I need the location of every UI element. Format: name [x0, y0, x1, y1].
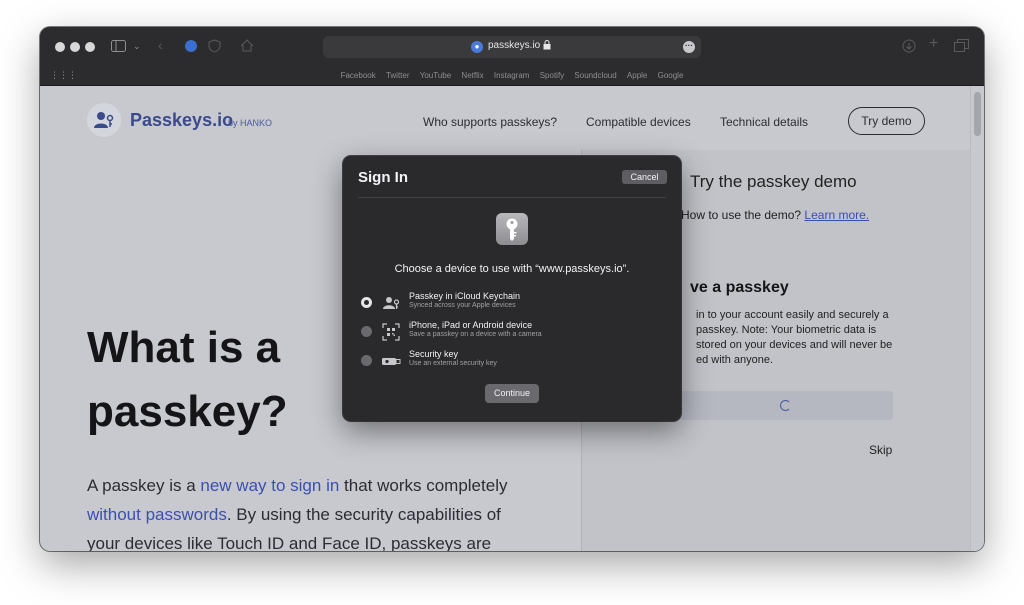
favorite-link[interactable]: Spotify — [540, 71, 564, 80]
loading-spinner-icon — [780, 400, 791, 411]
favorites-bar: ⋮⋮⋮ Facebook Twitter YouTube Netflix Ins… — [40, 67, 984, 86]
minimize-window-button[interactable] — [70, 42, 80, 52]
save-passkey-title: ve a passkey — [690, 279, 789, 296]
without-passwords-link[interactable]: without passwords — [87, 505, 227, 524]
tab-overview-icon[interactable] — [954, 39, 969, 54]
sidebar-icon[interactable] — [111, 40, 126, 54]
option-subtitle: Use an external security key — [409, 360, 497, 367]
hero-heading: What is a passkey? — [87, 316, 288, 444]
save-passkey-description: in to your account easily and securely a… — [696, 309, 893, 366]
scrollbar-thumb[interactable] — [974, 92, 981, 136]
option-radio[interactable] — [361, 326, 372, 337]
browser-window: ⌄ ‹ ● passkeys.io ··· + ⋮⋮⋮ Facebook Twi… — [40, 27, 984, 551]
option-title: Security key — [409, 349, 459, 359]
favorite-link[interactable]: Apple — [627, 71, 647, 80]
url-text: passkeys.io — [488, 40, 541, 51]
demo-title: Try the passkey demo — [690, 172, 857, 191]
back-icon[interactable]: ‹ — [158, 38, 163, 52]
option-subtitle: Save a passkey on a device with a camera — [409, 331, 542, 338]
try-demo-button[interactable]: Try demo — [848, 107, 925, 135]
passkey-key-icon — [496, 213, 528, 245]
learn-more-link[interactable]: Learn more. — [804, 208, 869, 222]
continue-button[interactable]: Continue — [485, 384, 539, 403]
option-subtitle: Synced across your Apple devices — [409, 302, 516, 309]
option-security-key[interactable]: Security key Use an external security ke… — [361, 349, 661, 375]
para-text: that works completely — [339, 476, 508, 495]
logo-icon[interactable] — [87, 103, 121, 137]
favorites-links: Facebook Twitter YouTube Netflix Instagr… — [40, 71, 984, 80]
nav-technical-details[interactable]: Technical details — [720, 115, 808, 129]
dialog-title: Sign In — [358, 169, 408, 186]
demo-how-label: How to use the demo? — [681, 208, 802, 222]
favorite-link[interactable]: Instagram — [494, 71, 530, 80]
option-radio[interactable] — [361, 355, 372, 366]
favorite-link[interactable]: Soundcloud — [574, 71, 616, 80]
qr-code-icon — [381, 322, 401, 342]
logo-text[interactable]: Passkeys.io — [130, 110, 233, 131]
extension-icon[interactable] — [184, 39, 198, 55]
option-title: Passkey in iCloud Keychain — [409, 291, 521, 301]
more-options-icon[interactable]: ··· — [683, 41, 695, 53]
cancel-button[interactable]: Cancel — [622, 170, 667, 184]
nav-who-supports[interactable]: Who supports passkeys? — [423, 115, 557, 129]
zoom-window-button[interactable] — [85, 42, 95, 52]
browser-toolbar: ⌄ ‹ ● passkeys.io ··· + — [40, 27, 984, 67]
chevron-down-icon[interactable]: ⌄ — [133, 40, 141, 53]
download-icon[interactable] — [902, 39, 916, 55]
favorite-link[interactable]: Netflix — [461, 71, 483, 80]
option-icloud-keychain[interactable]: Passkey in iCloud Keychain Synced across… — [361, 291, 661, 317]
security-key-icon — [381, 351, 401, 371]
icloud-keychain-person-icon — [381, 293, 401, 313]
save-passkey-button[interactable] — [680, 391, 893, 420]
choose-device-prompt: Choose a device to use with “www.passkey… — [394, 263, 630, 275]
dialog-divider — [358, 197, 666, 198]
logo-by-text: by HANKO — [228, 118, 273, 128]
option-title: iPhone, iPad or Android device — [409, 320, 533, 330]
hero-line: What is a — [87, 323, 281, 372]
para-text: A passkey is a — [87, 476, 201, 495]
hero-line: passkey? — [87, 387, 288, 436]
nav-compatible-devices[interactable]: Compatible devices — [586, 115, 691, 129]
favorite-link[interactable]: Twitter — [386, 71, 410, 80]
new-tab-icon[interactable]: + — [929, 36, 938, 52]
sign-in-dialog: Sign In Cancel Choose a device to use wi… — [343, 156, 681, 421]
demo-how-text: How to use the demo? Learn more. — [681, 208, 869, 222]
favorite-link[interactable]: Google — [658, 71, 684, 80]
site-favicon-icon: ● — [471, 41, 483, 53]
favorite-link[interactable]: Facebook — [341, 71, 376, 80]
page-scrollbar[interactable] — [970, 86, 984, 551]
new-way-link[interactable]: new way to sign in — [200, 476, 339, 495]
option-phone-device[interactable]: iPhone, iPad or Android device Save a pa… — [361, 320, 661, 346]
lock-icon — [543, 40, 551, 52]
close-window-button[interactable] — [55, 42, 65, 52]
home-icon[interactable] — [240, 39, 254, 54]
skip-link[interactable]: Skip — [869, 443, 892, 457]
favorite-link[interactable]: YouTube — [420, 71, 451, 80]
intro-paragraph: A passkey is a new way to sign in that w… — [87, 471, 537, 551]
address-bar[interactable]: ● passkeys.io ··· — [323, 36, 701, 58]
privacy-report-icon[interactable] — [208, 39, 221, 55]
option-radio-selected[interactable] — [361, 297, 372, 308]
